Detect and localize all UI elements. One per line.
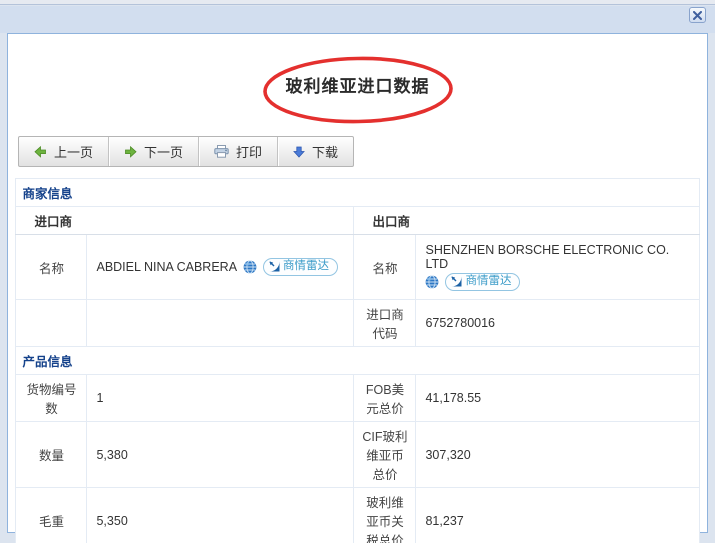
table-row: 进口商代码 6752780016: [15, 299, 700, 347]
toolbar: 上一页 下一页 打印 下载: [18, 136, 355, 167]
page-title: 玻利维亚进口数据: [285, 77, 430, 96]
section-header-product: 产品信息: [15, 346, 700, 375]
exporter-name-cell: SHENZHEN BORSCHE ELECTRONIC CO. LTD 商情雷达: [415, 234, 700, 300]
table-row: 名称 ABDIEL NINA CABRERA 商情雷达 名称 SHENZHEN …: [15, 234, 700, 300]
window-top-strip: [0, 0, 715, 5]
empty-cell: [15, 299, 88, 347]
importer-name-cell: ABDIEL NINA CABRERA 商情雷达: [86, 234, 355, 300]
title-area: 玻利维亚进口数据: [8, 56, 707, 124]
detail-table: 商家信息 进口商 出口商 名称 ABDIEL NINA CABRERA 商情雷达…: [15, 178, 700, 543]
empty-cell: [86, 299, 355, 347]
globe-icon[interactable]: [243, 260, 257, 274]
download-label: 下载: [312, 145, 339, 160]
radar-icon: [269, 261, 280, 272]
cargo-count-label: 货物编号数: [15, 374, 88, 422]
prev-page-label: 上一页: [54, 145, 94, 160]
business-radar-button[interactable]: 商情雷达: [263, 258, 339, 276]
globe-icon[interactable]: [425, 275, 439, 289]
cif-bob-label: CIF玻利维亚币总价: [353, 421, 417, 488]
radar-icon: [451, 276, 462, 287]
printer-icon: [214, 145, 229, 158]
arrow-down-icon: [293, 146, 305, 158]
importer-code-label: 进口商代码: [353, 299, 417, 347]
importer-code-value: 6752780016: [415, 299, 700, 347]
arrow-right-icon: [125, 145, 137, 158]
fob-usd-value: 41,178.55: [415, 374, 700, 422]
close-icon: [693, 10, 702, 20]
close-button[interactable]: [689, 7, 706, 23]
table-row: 货物编号数 1 FOB美元总价 41,178.55: [15, 374, 700, 422]
table-row: 数量 5,380 CIF玻利维亚币总价 307,320: [15, 421, 700, 488]
gross-weight-value: 5,350: [86, 487, 355, 543]
dialog-window: 玻利维亚进口数据 上一页 下一页 打印 下载 商家信息 进口商 出口商 名称 A…: [0, 0, 715, 543]
arrow-left-icon: [34, 145, 46, 158]
cargo-count-value: 1: [86, 374, 355, 422]
table-row: 毛重 5,350 玻利维亚币关税总价 81,237: [15, 487, 700, 543]
tariff-bob-value: 81,237: [415, 487, 700, 543]
dialog-content: 玻利维亚进口数据 上一页 下一页 打印 下载 商家信息 进口商 出口商 名称 A…: [7, 33, 708, 543]
section-header-merchant: 商家信息: [15, 178, 700, 207]
print-label: 打印: [236, 145, 263, 160]
cif-bob-value: 307,320: [415, 421, 700, 488]
exporter-name-label: 名称: [353, 234, 417, 300]
business-radar-button[interactable]: 商情雷达: [445, 273, 521, 291]
business-radar-label: 商情雷达: [465, 275, 512, 287]
exporter-name-value: SHENZHEN BORSCHE ELECTRONIC CO. LTD: [425, 243, 670, 271]
quantity-label: 数量: [15, 421, 88, 488]
gross-weight-label: 毛重: [15, 487, 88, 543]
importer-name-label: 名称: [15, 234, 88, 300]
print-button[interactable]: 打印: [199, 137, 279, 166]
prev-page-button[interactable]: 上一页: [19, 137, 110, 166]
business-radar-label: 商情雷达: [283, 260, 330, 272]
exporter-column-header: 出口商: [353, 206, 700, 235]
dialog-titlebar: [0, 6, 715, 33]
quantity-value: 5,380: [86, 421, 355, 488]
importer-column-header: 进口商: [15, 206, 355, 235]
next-page-button[interactable]: 下一页: [109, 137, 200, 166]
download-button[interactable]: 下载: [278, 137, 353, 166]
importer-name-value: ABDIEL NINA CABRERA: [96, 260, 238, 274]
next-page-label: 下一页: [144, 145, 184, 160]
fob-usd-label: FOB美元总价: [353, 374, 417, 422]
tariff-bob-label: 玻利维亚币关税总价: [353, 487, 417, 543]
